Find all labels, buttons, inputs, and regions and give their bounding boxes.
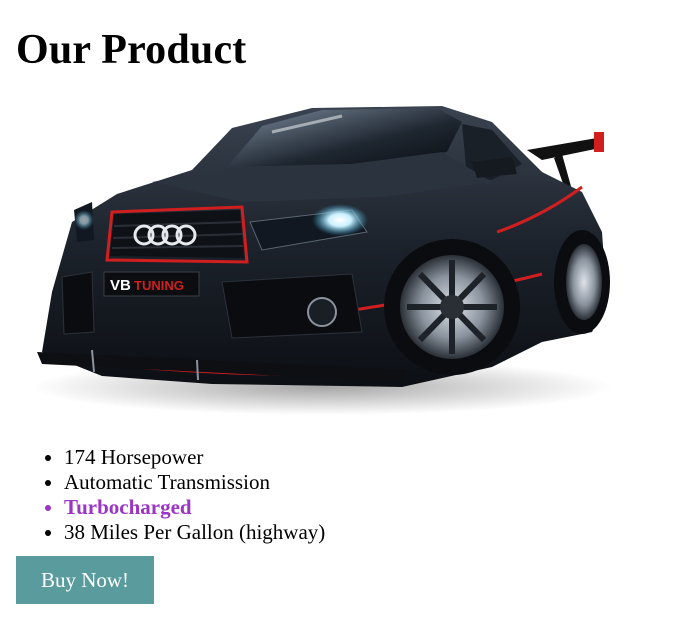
plate-text-vb: VB xyxy=(110,277,131,294)
product-car-image: VB TUNING xyxy=(22,102,622,422)
page-title: Our Product xyxy=(16,27,247,73)
feature-item-horsepower: 174 Horsepower xyxy=(64,445,325,470)
svg-text:TUNING: TUNING xyxy=(134,278,184,293)
feature-item-mpg: 38 Miles Per Gallon (highway) xyxy=(64,520,325,545)
sports-car-icon: VB TUNING xyxy=(32,106,612,415)
feature-item-transmission: Automatic Transmission xyxy=(64,470,325,495)
buy-now-button[interactable]: Buy Now! xyxy=(16,556,154,604)
feature-item-turbocharged: Turbocharged xyxy=(64,495,325,520)
feature-list: 174 Horsepower Automatic Transmission Tu… xyxy=(16,445,325,545)
